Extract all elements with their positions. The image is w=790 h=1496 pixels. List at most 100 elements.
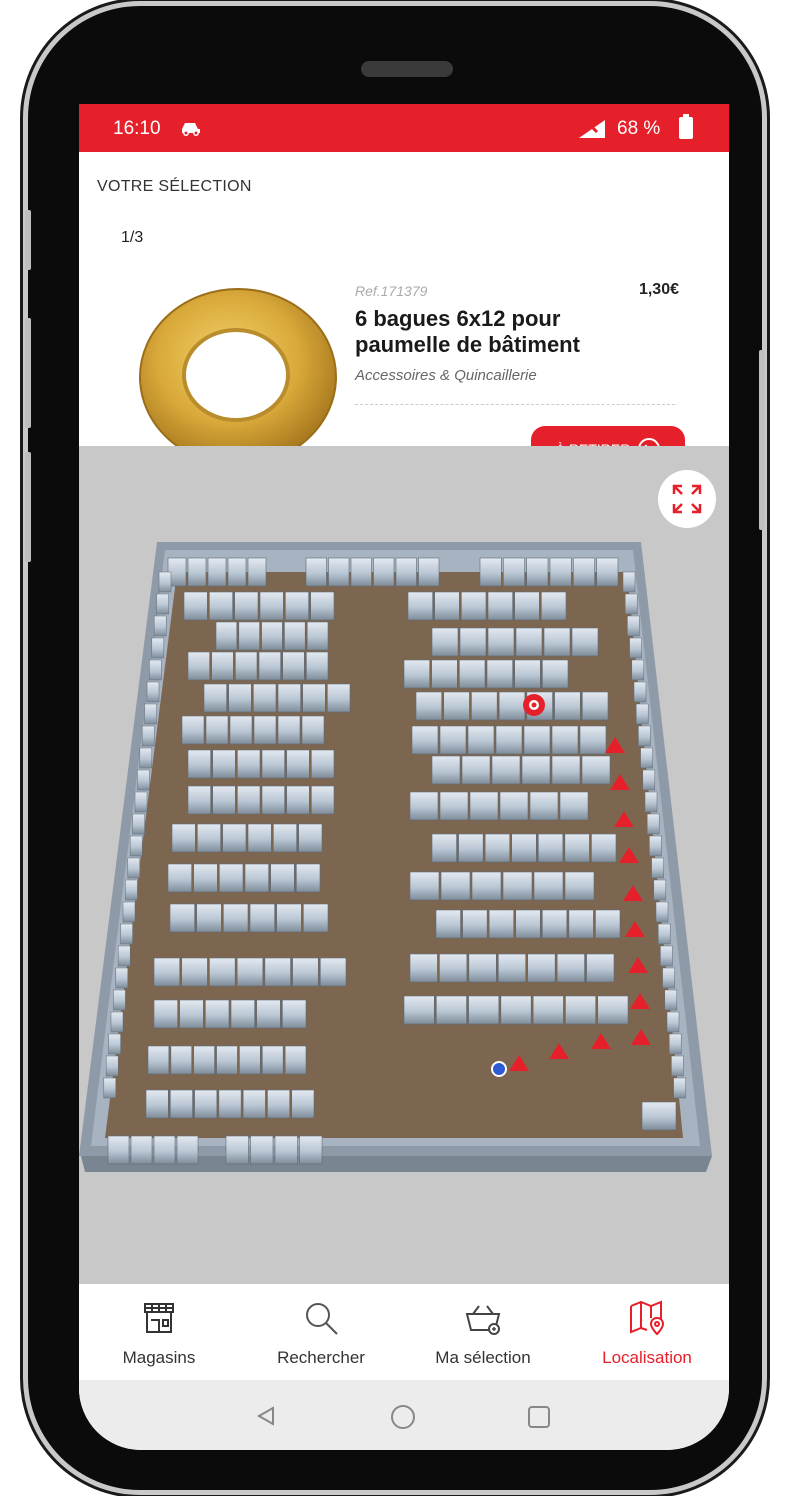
shelf-unit — [573, 557, 595, 587]
shelf-unit — [586, 953, 615, 983]
shelf-unit — [439, 953, 468, 983]
wall-shelf — [655, 901, 669, 923]
nav-ma-selection[interactable]: Ma sélection — [403, 1284, 563, 1380]
shelf-unit — [207, 557, 227, 587]
shelf-unit — [196, 903, 222, 933]
shelf-unit — [306, 621, 329, 651]
shelf-unit — [443, 691, 470, 721]
nav-magasins[interactable]: Magasins — [79, 1284, 239, 1380]
wall-shelf — [642, 769, 656, 791]
back-icon[interactable] — [255, 1404, 279, 1428]
shelf-unit — [551, 755, 581, 785]
shelf-unit — [579, 725, 607, 755]
shelf-unit — [267, 1089, 291, 1119]
shelf-unit — [181, 715, 205, 745]
shelf-unit — [203, 683, 227, 713]
shelf-unit — [532, 995, 564, 1025]
shelf-unit — [169, 903, 195, 933]
shelf-unit — [499, 791, 529, 821]
shelf-unit — [273, 823, 297, 853]
shelf-unit — [591, 833, 617, 863]
shelf-unit — [350, 557, 372, 587]
wall-shelf — [146, 681, 160, 703]
shelf-unit — [541, 909, 568, 939]
shelf-unit — [310, 591, 335, 621]
shelf-unit — [595, 909, 621, 939]
store-map[interactable] — [79, 446, 729, 1284]
wall-shelf — [649, 835, 662, 857]
shelf-unit — [439, 725, 467, 755]
shelf-unit — [559, 791, 589, 821]
wall-shelf — [103, 1077, 117, 1099]
recents-icon[interactable] — [527, 1405, 551, 1429]
shelf-unit — [487, 591, 513, 621]
wall-shelf — [633, 681, 647, 703]
shelf-unit — [541, 591, 567, 621]
shelf-unit — [301, 715, 325, 745]
shelf-unit — [264, 957, 291, 987]
wall-shelf — [149, 659, 162, 681]
shelf-unit — [291, 1089, 315, 1119]
shelf-unit — [170, 1045, 193, 1075]
status-time: 16:10 — [113, 118, 161, 139]
shelf-unit — [227, 557, 247, 587]
shelf-unit — [244, 863, 269, 893]
wall-shelf — [139, 747, 153, 769]
shelf-unit — [261, 621, 283, 651]
wall-shelf — [137, 769, 150, 791]
shelf-unit — [418, 557, 440, 587]
shelf-unit — [277, 683, 301, 713]
shelf-unit — [259, 591, 284, 621]
wall-shelf — [657, 923, 671, 945]
shelf-unit — [440, 871, 471, 901]
product-name: 6 bagues 6x12 pour paumelle de bâtiment — [355, 306, 580, 357]
shelf-unit — [542, 659, 569, 689]
shelf-unit — [187, 651, 210, 681]
battery-icon — [679, 114, 693, 139]
shelf-unit — [514, 591, 540, 621]
shelf-unit — [571, 627, 599, 657]
shelf-unit — [212, 785, 236, 815]
wall-shelf — [144, 703, 157, 725]
shelf-unit — [554, 691, 581, 721]
shelf-unit — [471, 691, 498, 721]
shelf-unit — [249, 903, 275, 933]
shelf-unit — [193, 1045, 215, 1075]
shelf-unit — [581, 691, 609, 721]
shelf-unit — [458, 833, 484, 863]
car-icon — [182, 123, 200, 136]
home-icon[interactable] — [390, 1404, 416, 1430]
shelf-unit — [261, 749, 285, 779]
shelf-unit — [239, 1045, 261, 1075]
wall-shelf — [629, 637, 642, 659]
store-floorplan — [79, 542, 712, 1172]
shelf-unit — [205, 715, 229, 745]
product-card[interactable]: 1/3 Ref.171379 1,30€ 6 bagues 6x12 pour … — [101, 204, 711, 472]
wall-shelf — [110, 1011, 124, 1033]
shelf-unit — [194, 1089, 218, 1119]
wall-shelf — [651, 857, 664, 879]
shelf-unit — [431, 755, 461, 785]
shelf-unit — [543, 627, 571, 657]
shelf-unit — [415, 691, 443, 721]
shelf-unit — [526, 557, 549, 587]
shelf-unit — [469, 791, 499, 821]
shelf-unit — [222, 823, 247, 853]
shelf-unit — [431, 659, 458, 689]
wall-shelf — [108, 1033, 121, 1055]
shelf-unit — [237, 785, 261, 815]
shelf-unit — [302, 683, 326, 713]
shelf-unit — [256, 999, 281, 1029]
shelf-unit — [491, 755, 521, 785]
wall-shelf — [671, 1055, 684, 1077]
product-counter: 1/3 — [121, 229, 144, 246]
basket-icon — [465, 1305, 501, 1335]
nav-rechercher[interactable]: Rechercher — [241, 1284, 401, 1380]
shelf-unit — [503, 557, 525, 587]
shelf-unit — [407, 591, 433, 621]
nav-localisation[interactable]: Localisation — [567, 1284, 727, 1380]
shelf-unit — [303, 903, 329, 933]
wall-shelf — [134, 791, 148, 813]
wall-shelf — [129, 835, 143, 857]
shelf-unit — [435, 909, 461, 939]
